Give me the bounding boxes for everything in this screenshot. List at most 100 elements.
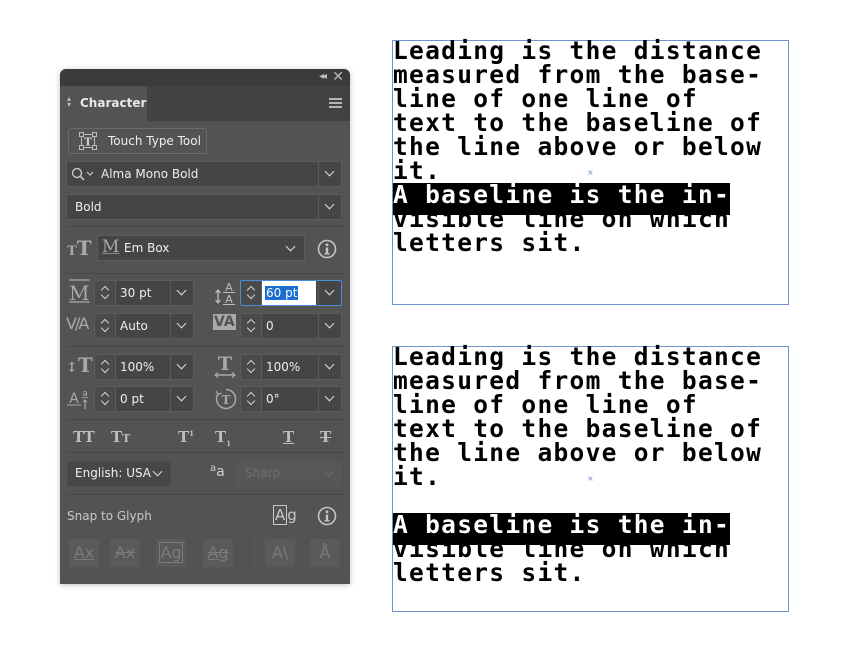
svg-text:T: T (218, 353, 232, 375)
divider (66, 452, 344, 453)
snap-info-icon[interactable] (317, 506, 337, 526)
kerning-value[interactable]: Auto (120, 319, 148, 333)
font-size-type-icon: TT (67, 236, 92, 260)
vertical-scale-stepper[interactable] (95, 355, 116, 379)
tracking-value[interactable]: 0 (266, 319, 274, 333)
vertical-scale-field[interactable]: 100% (94, 354, 194, 380)
font-family-dropdown[interactable]: Alma Mono Bold (66, 161, 342, 187)
divider (66, 419, 344, 420)
snap-glyph-settings-icon[interactable]: Ag (273, 505, 297, 525)
baseline-shift-field[interactable]: 0 pt (94, 386, 194, 412)
info-icon[interactable] (317, 239, 337, 259)
small-caps-button[interactable]: TT (111, 428, 130, 446)
text-line: the line above or below (393, 132, 763, 161)
character-panel: ◂◂ ✕ ▴ ▾ Character T Touch Type Tool Alma… (60, 69, 350, 584)
character-rotation-field[interactable]: 0° (240, 386, 342, 412)
collapse-panel-icon[interactable]: ◂◂ (319, 71, 327, 82)
anti-aliasing-dropdown: Sharp (237, 461, 342, 487)
subscript-button[interactable]: T1 (215, 428, 231, 448)
chevron-down-icon (176, 391, 187, 402)
tracking-icon: VA (213, 314, 236, 330)
search-icon (71, 167, 94, 181)
stepper-down-icon (246, 290, 256, 300)
baseline-shift-stepper[interactable] (95, 387, 116, 411)
chevron-down-icon (323, 466, 334, 477)
vertical-scale-arrow[interactable] (170, 355, 193, 379)
divider (249, 539, 250, 567)
text-frame-2[interactable]: Leading is the distance measured from th… (392, 344, 789, 612)
horizontal-scale-arrow[interactable] (318, 355, 341, 379)
font-style-value: Bold (75, 200, 102, 214)
kerning-icon: V/A (66, 314, 89, 333)
snap-baseline-button: Ax (69, 539, 99, 567)
tracking-stepper[interactable] (241, 314, 262, 338)
touch-type-icon: T (79, 132, 97, 150)
stepper-down-icon (246, 323, 256, 333)
font-size-field[interactable]: 30 pt (94, 280, 194, 306)
stepper-down-icon (100, 396, 110, 406)
divider (66, 346, 344, 347)
language-dropdown[interactable]: English: USA (67, 461, 171, 487)
divider (66, 226, 344, 227)
panel-menu-icon[interactable] (329, 98, 342, 110)
leading-arrow[interactable] (318, 281, 341, 305)
vertical-scale-value[interactable]: 100% (120, 360, 154, 374)
close-icon[interactable]: ✕ (332, 69, 344, 85)
alignment-dropdown[interactable]: M Em Box (97, 235, 305, 261)
snap-glyph-bounds-button: Ag (156, 539, 186, 567)
vertical-scale-icon: ↕T (66, 353, 93, 377)
snap-anchor-point-button: Å (310, 539, 340, 567)
font-style-dropdown[interactable]: Bold (66, 194, 342, 220)
leading-field[interactable]: 60 pt (240, 280, 342, 306)
tracking-field[interactable]: 0 (240, 313, 342, 339)
baseline-shift-value[interactable]: 0 pt (120, 392, 144, 406)
chevron-down-icon (324, 391, 335, 402)
all-caps-button[interactable]: TT (73, 428, 95, 446)
stepper-down-icon (246, 364, 256, 374)
svg-text:T: T (84, 136, 93, 149)
stepper-down-icon (100, 364, 110, 374)
chevron-down-icon (176, 285, 187, 296)
text-line: letters sit. (393, 558, 586, 587)
text-line: the line above or below (393, 438, 763, 467)
baseline-shift-arrow[interactable] (170, 387, 193, 411)
font-family-arrow[interactable] (318, 162, 341, 186)
chevron-down-icon (152, 466, 163, 477)
character-rotation-value[interactable]: 0° (266, 392, 280, 406)
horizontal-scale-stepper[interactable] (241, 355, 262, 379)
strikethrough-button[interactable]: T (320, 428, 331, 446)
svg-text:T: T (222, 393, 231, 407)
snap-angular-guides-button: A\ (265, 539, 295, 567)
touch-type-label: Touch Type Tool (108, 134, 201, 148)
touch-type-tool-button[interactable]: T Touch Type Tool (68, 128, 207, 154)
font-size-value[interactable]: 30 pt (120, 286, 151, 300)
character-rotation-stepper[interactable] (241, 387, 262, 411)
stepper-down-icon (100, 290, 110, 300)
horizontal-scale-value[interactable]: 100% (266, 360, 300, 374)
panel-titlebar[interactable]: ◂◂ ✕ (60, 69, 350, 86)
chevron-down-icon (176, 359, 187, 370)
text-frame-1[interactable]: Leading is the distance measured from th… (392, 38, 789, 305)
text-line: it. (393, 462, 442, 491)
font-size-arrow[interactable] (170, 281, 193, 305)
kerning-field[interactable]: Auto (94, 313, 194, 339)
underline-button[interactable]: T (283, 428, 294, 446)
snap-proximity-guides-button: Ag (203, 539, 233, 567)
character-rotation-arrow[interactable] (318, 387, 341, 411)
leading-value[interactable]: 60 pt (265, 286, 299, 300)
em-box-icon: M (102, 237, 120, 257)
language-value: English: USA (75, 466, 152, 480)
panel-tab-row: ▴ ▾ Character (60, 86, 350, 121)
tracking-arrow[interactable] (318, 314, 341, 338)
font-size-stepper[interactable] (95, 281, 116, 305)
tab-character[interactable]: ▴ ▾ Character (60, 86, 147, 121)
horizontal-scale-field[interactable]: 100% (240, 354, 342, 380)
character-rotation-icon: T (215, 388, 237, 410)
font-style-arrow[interactable] (318, 195, 341, 219)
divider (66, 494, 344, 495)
baseline-shift-icon: A a (67, 389, 88, 409)
kerning-arrow[interactable] (170, 314, 193, 338)
leading-stepper[interactable] (241, 281, 262, 305)
superscript-button[interactable]: T1 (178, 428, 194, 446)
kerning-stepper[interactable] (95, 314, 116, 338)
